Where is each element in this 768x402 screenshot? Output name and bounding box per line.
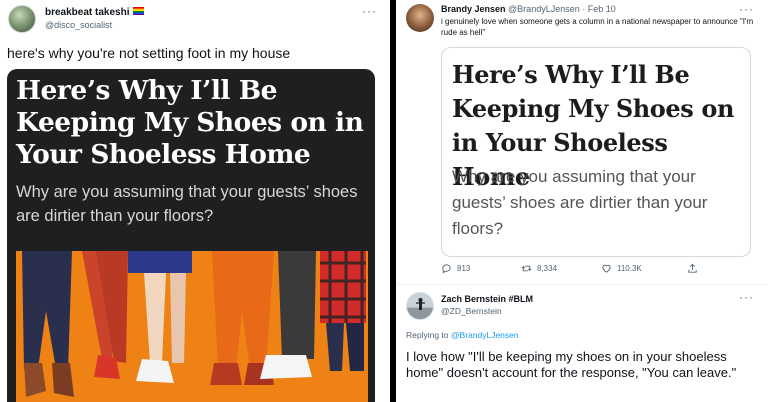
article-subhead: Why are you assuming that your guests’ s… <box>452 167 708 238</box>
reply-icon <box>442 264 451 274</box>
tweet-text: i genuinely love when someone gets a col… <box>441 17 754 37</box>
avatar[interactable] <box>406 292 434 320</box>
more-icon[interactable]: ··· <box>739 2 754 16</box>
like-count: 110.3K <box>617 264 642 273</box>
retweet-icon <box>521 265 532 272</box>
author-handle[interactable]: @disco_socialist <box>45 20 112 30</box>
author-name-text[interactable]: breakbeat takeshi <box>45 7 130 18</box>
share-icon <box>688 263 697 273</box>
pride-flag-icon <box>132 7 144 15</box>
tweet-date[interactable]: Feb 10 <box>588 4 616 14</box>
author-handle[interactable]: @BrandyLJensen <box>508 4 580 14</box>
like-button[interactable]: 110.3K <box>601 263 642 274</box>
reply-count: 813 <box>457 264 471 273</box>
separator: · <box>582 4 586 14</box>
author-name[interactable]: Brandy Jensen <box>441 4 506 14</box>
tweet-divider <box>396 284 768 285</box>
left-tweet: breakbeat takeshi @disco_socialist ··· h… <box>0 0 390 402</box>
tweet-actions: 813 8,334 110.3K <box>441 261 751 277</box>
more-icon[interactable]: ··· <box>362 4 377 18</box>
avatar-figure-icon <box>407 298 433 319</box>
shoes-illustration <box>16 251 368 402</box>
author-name[interactable]: breakbeat takeshi <box>45 7 144 18</box>
replying-to: Replying to @BrandyLJensen <box>406 330 519 340</box>
like-icon <box>602 264 611 273</box>
avatar[interactable] <box>406 4 434 32</box>
article-subhead: Why are you assuming that your guests’ s… <box>16 183 358 225</box>
article-card[interactable]: Here’s Why I’ll Be Keeping My Shoes on i… <box>7 69 375 402</box>
right-column: Brandy Jensen @BrandyLJensen · Feb 10 ··… <box>396 0 768 402</box>
author-name[interactable]: Zach Bernstein #BLM <box>441 294 533 304</box>
reply-button[interactable]: 813 <box>441 263 470 274</box>
retweet-count: 8,334 <box>537 264 558 273</box>
replying-to-link[interactable]: @BrandyLJensen <box>451 330 519 340</box>
author-handle[interactable]: @ZD_Bernstein <box>441 306 502 316</box>
tweet-text: here's why you're not setting foot in my… <box>7 45 291 61</box>
avatar[interactable] <box>8 5 36 33</box>
replying-to-prefix: Replying to <box>406 330 449 340</box>
retweet-button[interactable]: 8,334 <box>521 263 557 274</box>
tweet-text: I love how "I'll be keeping my shoes on … <box>406 349 737 380</box>
more-icon[interactable]: ··· <box>739 290 754 304</box>
share-button[interactable] <box>687 263 698 274</box>
tweet-header: Brandy Jensen @BrandyLJensen · Feb 10 <box>441 4 616 14</box>
article-headline: Here’s Why I’ll Be Keeping My Shoes on i… <box>16 75 364 170</box>
article-card[interactable]: Here’s Why I’ll Be Keeping My Shoes on i… <box>441 47 751 257</box>
